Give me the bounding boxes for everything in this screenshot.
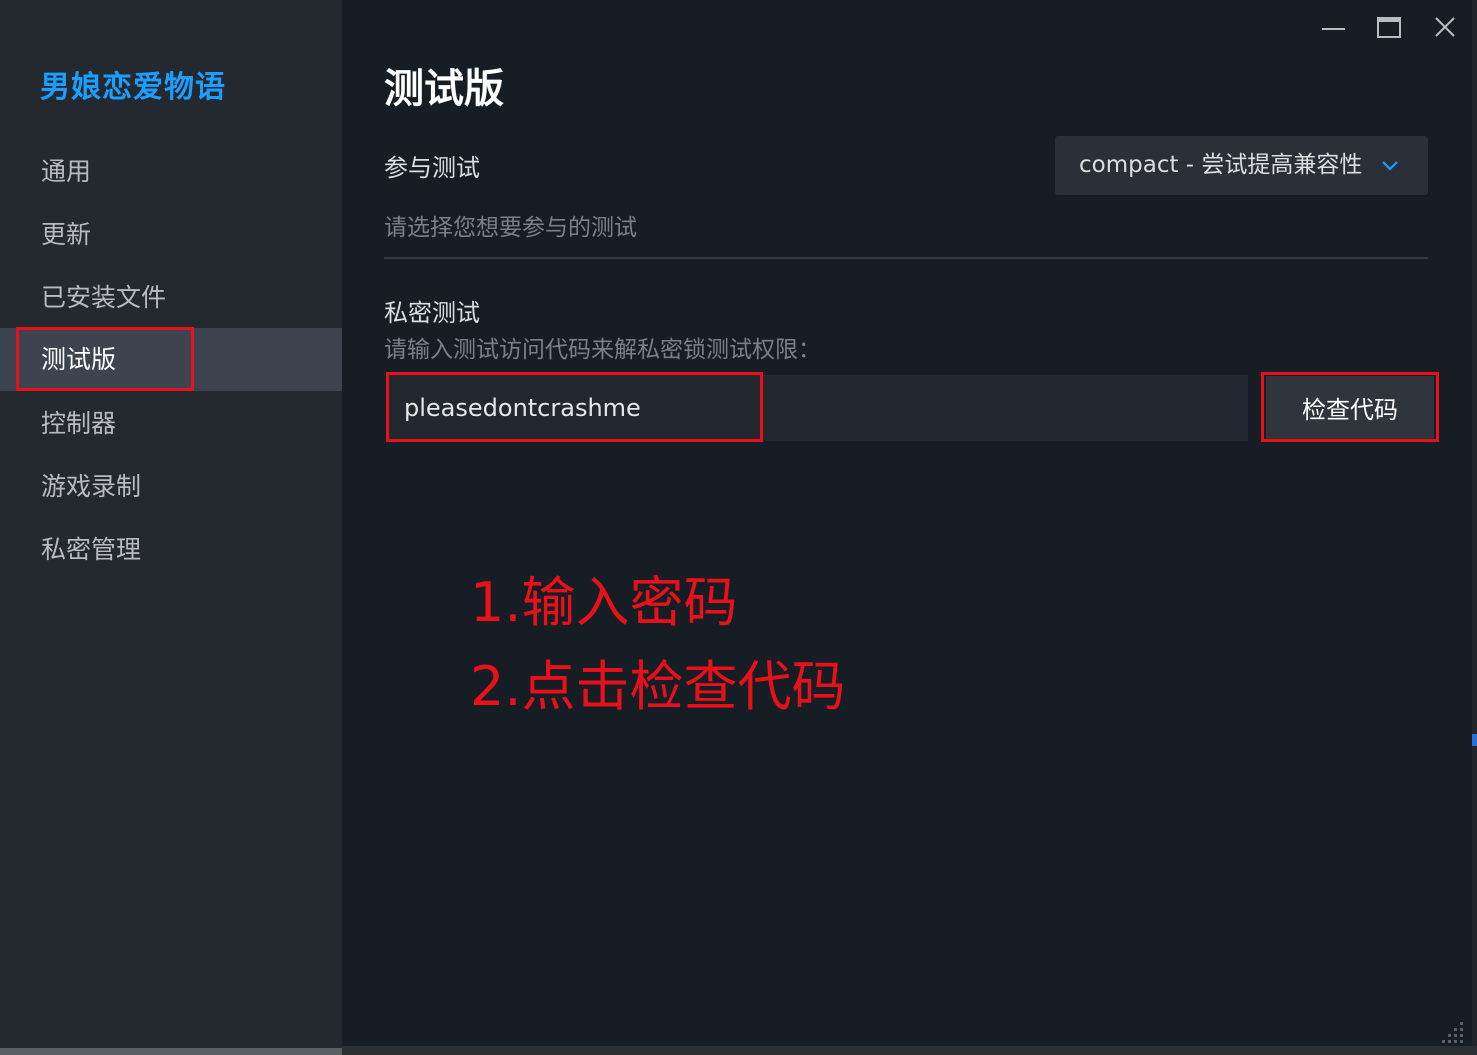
properties-window: 男娘恋爱物语 通用 更新 已安装文件 测试版 控制器 游戏录制 私密管理 测试版…	[0, 0, 1477, 1055]
beta-selected-value: compact - 尝试提高兼容性	[1079, 152, 1363, 178]
sidebar-item-privacy[interactable]: 私密管理	[0, 518, 342, 581]
annotation-step-2: 2.点击检查代码	[470, 655, 846, 718]
page-title: 测试版	[384, 66, 504, 112]
annotation-step-1: 1.输入密码	[470, 571, 738, 634]
private-beta-description: 请输入测试访问代码来解私密锁测试权限：	[384, 337, 821, 363]
minimize-button[interactable]	[1312, 8, 1356, 48]
close-button[interactable]	[1423, 8, 1467, 48]
chevron-down-icon	[1382, 161, 1398, 171]
resize-grip-icon[interactable]	[1438, 1018, 1466, 1046]
maximize-button[interactable]	[1367, 8, 1411, 48]
bottom-edge-strip-left	[0, 1048, 342, 1055]
sidebar-item-betas[interactable]: 测试版	[0, 328, 342, 391]
sidebar-item-game-recording[interactable]: 游戏录制	[0, 455, 342, 518]
sidebar: 男娘恋爱物语 通用 更新 已安装文件 测试版 控制器 游戏录制 私密管理	[0, 0, 342, 1055]
close-icon	[1435, 17, 1455, 37]
beta-code-input[interactable]	[388, 375, 1248, 441]
sidebar-item-updates[interactable]: 更新	[0, 203, 342, 266]
beta-select-dropdown[interactable]: compact - 尝试提高兼容性	[1055, 136, 1428, 195]
private-beta-label: 私密测试	[384, 299, 480, 327]
right-edge-accent	[1472, 734, 1477, 746]
sidebar-item-installed-files[interactable]: 已安装文件	[0, 266, 342, 329]
sidebar-item-controller[interactable]: 控制器	[0, 392, 342, 455]
section-divider	[384, 257, 1428, 259]
minimize-icon	[1322, 28, 1345, 30]
right-edge-strip	[1472, 0, 1477, 1055]
beta-participation-description: 请选择您想要参与的测试	[384, 215, 637, 241]
check-code-button[interactable]: 检查代码	[1266, 376, 1434, 439]
beta-participation-label: 参与测试	[384, 154, 480, 182]
bottom-edge-strip	[342, 1046, 1477, 1055]
maximize-icon	[1377, 17, 1401, 38]
game-title: 男娘恋爱物语	[40, 70, 226, 105]
sidebar-item-general[interactable]: 通用	[0, 140, 342, 203]
